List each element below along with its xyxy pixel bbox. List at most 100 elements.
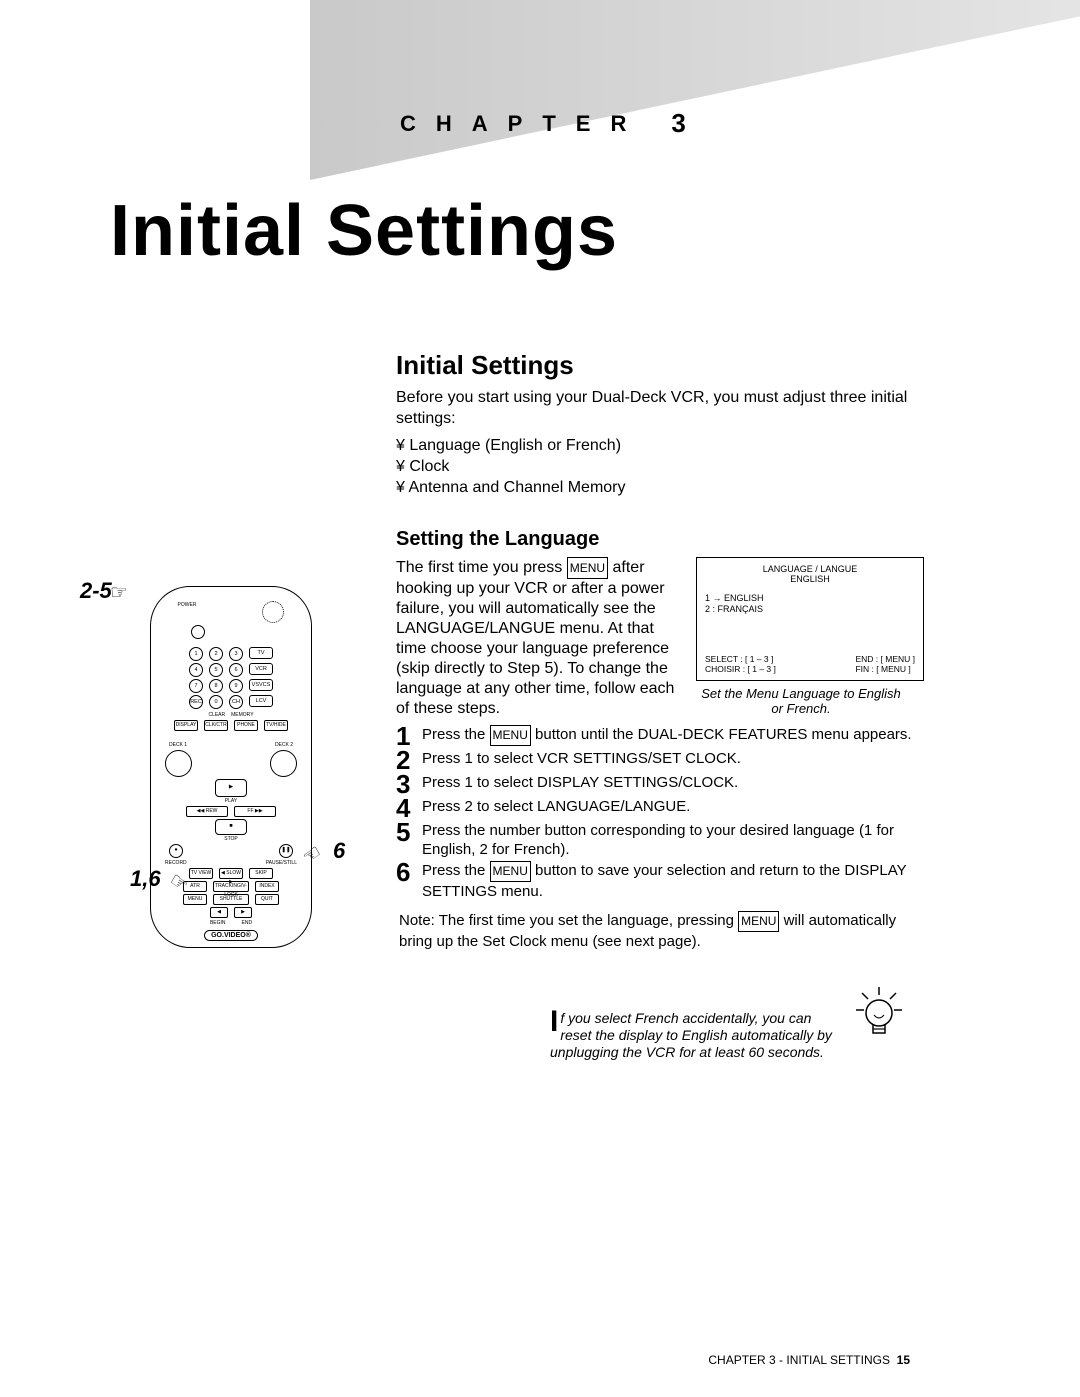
drop-cap: I xyxy=(550,1010,558,1034)
step-6: 6 Press the MENU button to save your sel… xyxy=(396,861,926,901)
step-text: button until the DUAL-DECK FEATURES menu… xyxy=(531,726,912,743)
remote-deck2-label: DECK 2 xyxy=(275,742,293,748)
remote-begin-left: ◀ xyxy=(210,907,228,918)
callout-steps-2-5: 2-5 xyxy=(80,578,112,604)
remote-pause-label: PAUSE/STILL xyxy=(266,860,297,866)
remote-vcr-button: VCR xyxy=(249,663,273,675)
remote-digit-3: 3 xyxy=(229,647,243,661)
remote-rew-button: ◀◀ REW xyxy=(186,806,228,817)
remote-digit-9: 9 xyxy=(229,679,243,693)
step-text: Press the xyxy=(422,862,490,879)
step-number: 6 xyxy=(396,861,414,883)
page-title: Initial Settings xyxy=(110,190,618,272)
steps-list: 1 Press the MENU button until the DUAL-D… xyxy=(396,725,926,901)
para-text: after hooking up your VCR or after a pow… xyxy=(396,559,674,717)
step-1: 1 Press the MENU button until the DUAL-D… xyxy=(396,725,926,747)
remote-slow-button: ◀ SLOW ▶ xyxy=(219,868,243,879)
bullet-list: Language (English or French) Clock Anten… xyxy=(396,435,926,498)
remote-play-label: PLAY xyxy=(151,798,311,804)
remote-display-button: DISPLAY xyxy=(174,720,198,731)
remote-skip-button: SKIP xyxy=(249,868,273,879)
step-text: Press the xyxy=(422,726,490,743)
step-4: 4 Press 2 to select LANGUAGE/LANGUE. xyxy=(396,797,926,819)
remote-digit-7: 7 xyxy=(189,679,203,693)
section-intro: Before you start using your Dual-Deck VC… xyxy=(396,387,926,429)
step-text: Press 1 to select VCR SETTINGS/SET CLOCK… xyxy=(422,749,741,768)
remote-menu-button: MENU xyxy=(183,894,207,905)
para-text: The first time you press xyxy=(396,559,567,576)
remote-digit-4: 4 xyxy=(189,663,203,677)
page-number: 15 xyxy=(897,1353,910,1367)
menu-key-icon: MENU xyxy=(490,861,531,882)
callout-steps-1-6: 1,6 xyxy=(130,866,161,892)
bullet-item: Clock xyxy=(396,456,926,477)
remote-tracking-button: TRACKING/V-LOCK xyxy=(213,881,249,892)
remote-tv-button: TV xyxy=(249,647,273,659)
remote-memory-label: MEMORY xyxy=(231,712,253,718)
menu-key-icon: MENU xyxy=(567,557,608,579)
remote-begin-label: BEGIN xyxy=(210,920,226,926)
chapter-number: 3 xyxy=(671,108,685,139)
remote-power-button xyxy=(191,625,205,639)
remote-digit-0: 0 xyxy=(209,695,223,709)
osd-option-francais: 2 : FRANÇAIS xyxy=(705,604,915,614)
chapter-banner xyxy=(310,0,1080,180)
remote-quit-button: QUIT xyxy=(255,894,279,905)
subsection-heading: Setting the Language xyxy=(396,528,926,551)
remote-digit-8: 8 xyxy=(209,679,223,693)
step-number: 5 xyxy=(396,821,414,843)
osd-title: LANGUAGE / LANGUE xyxy=(705,564,915,574)
remote-phone-button: PHONE xyxy=(234,720,258,731)
chapter-line: CHAPTER 3 xyxy=(400,108,1080,139)
remote-digit-2: 2 xyxy=(209,647,223,661)
pointing-hand-icon: ☞ xyxy=(110,580,128,605)
osd-end-line: END : [ MENU ] xyxy=(855,654,915,664)
remote-digit-6: 6 xyxy=(229,663,243,677)
remote-deck1-selector xyxy=(165,750,192,777)
lightbulb-icon xyxy=(854,985,904,1045)
step-number: 4 xyxy=(396,797,414,819)
remote-record-button: ● xyxy=(169,844,183,858)
callout-step-6: 6 xyxy=(333,838,345,864)
chapter-label: CHAPTER xyxy=(400,111,646,137)
remote-shuttle-button: SHUTTLE xyxy=(213,894,249,905)
page-footer: CHAPTER 3 - INITIAL SETTINGS 15 xyxy=(708,1353,910,1367)
remote-clkctr-button: CLK/CTR xyxy=(204,720,228,731)
osd-choisir-line: CHOISIR : [ 1 – 3 ] xyxy=(705,664,776,674)
step-text: Press 1 to select DISPLAY SETTINGS/CLOCK… xyxy=(422,773,738,792)
note-part: Note: The first time you set the languag… xyxy=(399,912,738,929)
remote-tvhide-button: TV/HIDE xyxy=(264,720,288,731)
step-text: Press the number button corresponding to… xyxy=(422,821,926,859)
remote-lcv-button: LCV xyxy=(249,695,273,707)
osd-subtitle: ENGLISH xyxy=(705,574,915,584)
osd-select-line: SELECT : [ 1 – 3 ] xyxy=(705,654,776,664)
bullet-item: Antenna and Channel Memory xyxy=(396,477,926,498)
osd-caption: Set the Menu Language to English or Fren… xyxy=(696,686,906,716)
remote-ff-button: FF ▶▶ xyxy=(234,806,276,817)
remote-play-button: ▶ xyxy=(215,779,247,797)
remote-digit-5: 5 xyxy=(209,663,223,677)
remote-vsvcs-button: VSVCS xyxy=(249,679,273,691)
remote-index-button: INDEX xyxy=(255,881,279,892)
bullet-item: Language (English or French) xyxy=(396,435,926,456)
menu-key-icon: MENU xyxy=(738,911,779,932)
step-number: 2 xyxy=(396,749,414,771)
remote-brand-logo: GO.VIDEO® xyxy=(204,930,258,941)
remote-deck1-label: DECK 1 xyxy=(169,742,187,748)
remote-ch-button: CH xyxy=(229,695,243,709)
step-text: Press 2 to select LANGUAGE/LANGUE. xyxy=(422,797,690,816)
remote-rec-button: REC xyxy=(189,695,203,709)
remote-stop-label: STOP xyxy=(151,836,311,842)
remote-record-label: RECORD xyxy=(165,860,187,866)
remote-stop-button: ■ xyxy=(215,819,247,835)
note-text: Note: The first time you set the languag… xyxy=(396,911,926,951)
remote-power-label: POWER xyxy=(178,602,197,623)
step-number: 3 xyxy=(396,773,414,795)
remote-end-label: END xyxy=(242,920,253,926)
osd-screenshot: LANGUAGE / LANGUE ENGLISH 1 → ENGLISH 2 … xyxy=(696,557,924,681)
osd-fin-line: FIN : [ MENU ] xyxy=(855,664,915,674)
step-5: 5 Press the number button corresponding t… xyxy=(396,821,926,859)
tip-text: I f you select French accidentally, you … xyxy=(550,1010,840,1061)
menu-key-icon: MENU xyxy=(490,725,531,746)
section-heading: Initial Settings xyxy=(396,350,926,381)
